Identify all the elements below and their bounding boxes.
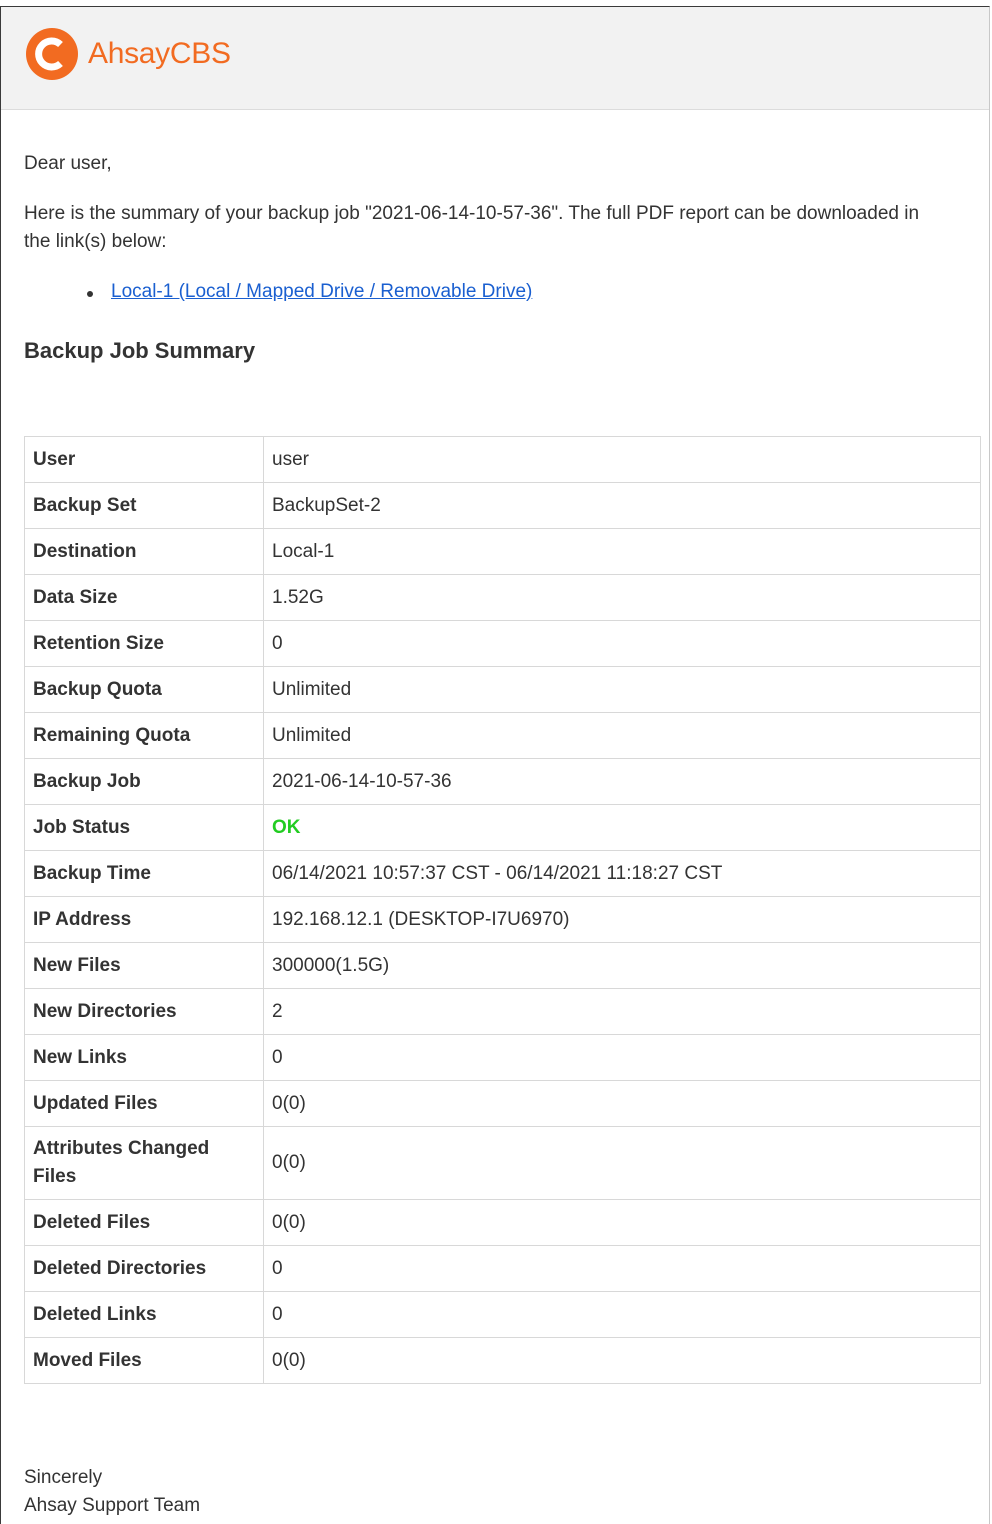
email-header: AhsayCBS [1, 7, 989, 110]
row-label: Backup Job [24, 758, 264, 805]
row-label: New Files [24, 942, 264, 989]
row-label: User [24, 436, 264, 483]
intro-text: Here is the summary of your backup job "… [24, 203, 920, 252]
row-value: BackupSet-2 [263, 482, 981, 529]
row-value: 0(0) [263, 1126, 981, 1200]
table-row: New Files 300000(1.5G) [24, 942, 981, 989]
table-row: User user [24, 436, 981, 483]
list-item: Local-1 (Local / Mapped Drive / Removabl… [24, 278, 532, 306]
row-value: Unlimited [263, 666, 981, 713]
email-window: AhsayCBS Dear user, Here is the summary … [0, 6, 990, 1524]
row-value: 0(0) [263, 1199, 981, 1246]
row-value: 0(0) [263, 1337, 981, 1384]
row-value: 0 [263, 1245, 981, 1292]
brand-name: AhsayCBS [88, 37, 231, 70]
row-value: Local-1 [263, 528, 981, 575]
row-label: Moved Files [24, 1337, 264, 1384]
row-label: Deleted Files [24, 1199, 264, 1246]
backup-summary-table: User user Backup Set BackupSet-2 Destinati… [24, 436, 981, 1384]
row-label: Retention Size [24, 620, 264, 667]
table-row: Backup Quota Unlimited [24, 666, 981, 713]
ahsay-logo-icon [26, 28, 78, 80]
row-value: 0 [263, 620, 981, 667]
closing-line: Sincerely [24, 1467, 103, 1488]
table-row: Job Status OK [24, 804, 981, 851]
row-label: Attributes Changed Files [24, 1126, 264, 1200]
row-label: Updated Files [24, 1080, 264, 1127]
row-value: Unlimited [263, 712, 981, 759]
table-row: Data Size 1.52G [24, 574, 981, 621]
table-row: Backup Set BackupSet-2 [24, 482, 981, 529]
signature-name: Ahsay Support Team [24, 1495, 201, 1516]
row-value: 2021-06-14-10-57-36 [263, 758, 981, 805]
row-value: 2 [263, 988, 981, 1035]
brand-logo: AhsayCBS [25, 27, 231, 81]
report-link-list: Local-1 (Local / Mapped Drive / Removabl… [24, 278, 532, 306]
table-row: Attributes Changed Files 0(0) [24, 1126, 981, 1200]
row-label: Backup Quota [24, 666, 264, 713]
table-row: IP Address 192.168.12.1 (DESKTOP-I7U6970) [24, 896, 981, 943]
row-label: New Directories [24, 988, 264, 1035]
row-label: Job Status [24, 804, 264, 851]
table-row: Destination Local-1 [24, 528, 981, 575]
row-label: Backup Set [24, 482, 264, 529]
row-label: Destination [24, 528, 264, 575]
row-value: 192.168.12.1 (DESKTOP-I7U6970) [263, 896, 981, 943]
row-label: Deleted Links [24, 1291, 264, 1338]
row-value: 06/14/2021 10:57:37 CST - 06/14/2021 11:… [263, 850, 981, 897]
row-value: 0 [263, 1291, 981, 1338]
table-row: Remaining Quota Unlimited [24, 712, 981, 759]
row-value: 300000(1.5G) [263, 942, 981, 989]
table-row: New Directories 2 [24, 988, 981, 1035]
row-label: Remaining Quota [24, 712, 264, 759]
table-row: Updated Files 0(0) [24, 1080, 981, 1127]
table-row: New Links 0 [24, 1034, 981, 1081]
table-row: Deleted Directories 0 [24, 1245, 981, 1292]
row-value: 1.52G [263, 574, 981, 621]
row-value: 0(0) [263, 1080, 981, 1127]
report-download-link[interactable]: Local-1 (Local / Mapped Drive / Removabl… [111, 281, 532, 302]
email-signature: Sincerely Ahsay Support Team [24, 1464, 200, 1520]
summary-title: Backup Job Summary [24, 338, 256, 363]
row-label: New Links [24, 1034, 264, 1081]
job-status-value: OK [263, 804, 981, 851]
row-label: Deleted Directories [24, 1245, 264, 1292]
row-value: user [263, 436, 981, 483]
row-label: Data Size [24, 574, 264, 621]
row-label: IP Address [24, 896, 264, 943]
table-row: Retention Size 0 [24, 620, 981, 667]
table-row: Deleted Links 0 [24, 1291, 981, 1338]
greeting: Dear user, [24, 153, 112, 174]
table-row: Deleted Files 0(0) [24, 1199, 981, 1246]
row-label: Backup Time [24, 850, 264, 897]
row-value: 0 [263, 1034, 981, 1081]
table-row: Backup Time 06/14/2021 10:57:37 CST - 06/… [24, 850, 981, 897]
table-row: Moved Files 0(0) [24, 1337, 981, 1384]
table-row: Backup Job 2021-06-14-10-57-36 [24, 758, 981, 805]
